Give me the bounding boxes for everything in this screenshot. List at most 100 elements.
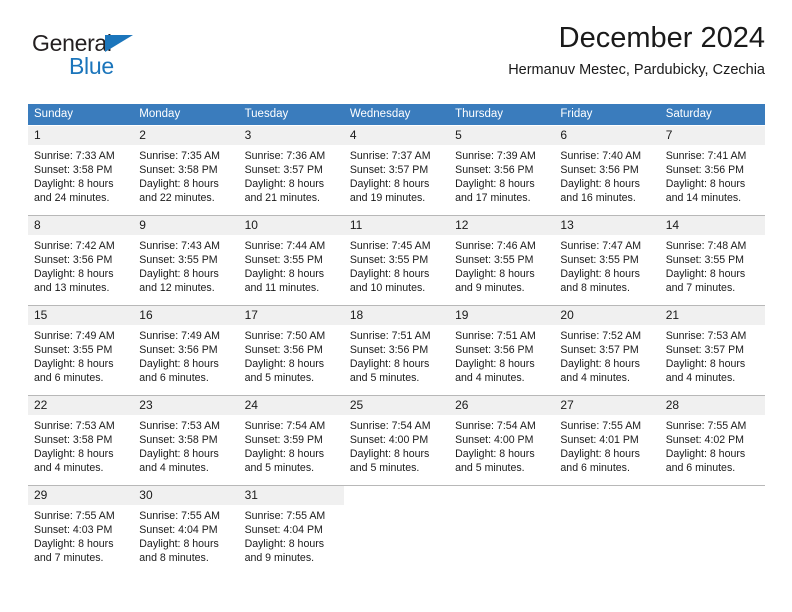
day-cell-empty — [554, 486, 659, 575]
sunrise-text: Sunrise: 7:37 AM — [349, 150, 431, 162]
sunset-text: Sunset: 3:59 PM — [244, 434, 323, 447]
day-cell[interactable]: 17 Sunrise: 7:50 AM Sunset: 3:56 PM Dayl… — [238, 306, 344, 395]
sunrise-text: Sunrise: 7:54 AM — [455, 420, 536, 432]
logo-general-text: General — [32, 30, 112, 56]
day-number: 27 — [554, 396, 660, 415]
sunrise-text: Sunrise: 7:51 AM — [349, 330, 431, 342]
day-details: Sunrise: 7:55 AM Sunset: 4:04 PM Dayligh… — [239, 505, 344, 565]
daylight-text-line2: and 8 minutes. — [139, 552, 209, 565]
day-details: Sunrise: 7:54 AM Sunset: 3:59 PM Dayligh… — [239, 415, 344, 475]
day-cell[interactable]: 7 Sunrise: 7:41 AM Sunset: 3:56 PM Dayli… — [659, 126, 765, 215]
day-cell[interactable]: 1 Sunrise: 7:33 AM Sunset: 3:58 PM Dayli… — [28, 126, 134, 215]
daylight-text-line2: and 9 minutes. — [244, 552, 315, 565]
day-cell[interactable]: 4 Sunrise: 7:37 AM Sunset: 3:57 PM Dayli… — [343, 126, 450, 215]
daylight-text-line1: Daylight: 8 hours — [665, 178, 746, 191]
daylight-text-line2: and 5 minutes. — [349, 462, 420, 475]
sunset-text: Sunset: 3:57 PM — [665, 344, 745, 357]
day-number: 21 — [659, 306, 765, 325]
sunset-text: Sunset: 4:02 PM — [665, 434, 745, 447]
daylight-text-line1: Daylight: 8 hours — [560, 178, 640, 191]
day-cell[interactable]: 26 Sunrise: 7:54 AM Sunset: 4:00 PM Dayl… — [449, 396, 555, 485]
day-cell[interactable]: 20 Sunrise: 7:52 AM Sunset: 3:57 PM Dayl… — [554, 306, 660, 395]
sunrise-text: Sunrise: 7:47 AM — [560, 240, 642, 252]
day-cell[interactable]: 30 Sunrise: 7:55 AM Sunset: 4:04 PM Dayl… — [133, 486, 239, 575]
day-cell[interactable]: 5 Sunrise: 7:39 AM Sunset: 3:56 PM Dayli… — [449, 126, 555, 215]
sunset-text: Sunset: 3:57 PM — [244, 164, 323, 177]
day-cell[interactable]: 15 Sunrise: 7:49 AM Sunset: 3:55 PM Dayl… — [28, 306, 134, 395]
day-number: 28 — [659, 396, 765, 415]
day-details: Sunrise: 7:53 AM Sunset: 3:57 PM Dayligh… — [660, 325, 765, 385]
sunrise-text: Sunrise: 7:55 AM — [560, 420, 642, 432]
page-subtitle: Hermanuv Mestec, Pardubicky, Czechia — [508, 62, 765, 79]
day-number: 23 — [133, 396, 239, 415]
weekday-header-tuesday: Tuesday — [244, 108, 289, 120]
sunrise-text: Sunrise: 7:54 AM — [244, 420, 326, 432]
daylight-text-line1: Daylight: 8 hours — [244, 448, 325, 461]
day-cell[interactable]: 27 Sunrise: 7:55 AM Sunset: 4:01 PM Dayl… — [554, 396, 660, 485]
daylight-text-line1: Daylight: 8 hours — [560, 358, 640, 371]
day-cell[interactable]: 3 Sunrise: 7:36 AM Sunset: 3:57 PM Dayli… — [238, 126, 344, 215]
day-number — [449, 486, 554, 505]
daylight-text-line2: and 12 minutes. — [139, 282, 215, 295]
day-cell[interactable]: 16 Sunrise: 7:49 AM Sunset: 3:56 PM Dayl… — [133, 306, 239, 395]
daylight-text-line2: and 17 minutes. — [455, 192, 531, 205]
sunrise-text: Sunrise: 7:49 AM — [34, 330, 115, 342]
day-cell[interactable]: 6 Sunrise: 7:40 AM Sunset: 3:56 PM Dayli… — [554, 126, 660, 215]
daylight-text-line2: and 22 minutes. — [139, 192, 215, 205]
day-cell[interactable]: 19 Sunrise: 7:51 AM Sunset: 3:56 PM Dayl… — [449, 306, 555, 395]
day-number: 22 — [28, 396, 134, 415]
daylight-text-line1: Daylight: 8 hours — [34, 268, 114, 281]
sunrise-text: Sunrise: 7:48 AM — [665, 240, 747, 252]
daylight-text-line2: and 24 minutes. — [34, 192, 110, 205]
sunset-text: Sunset: 3:56 PM — [349, 344, 429, 357]
day-cell[interactable]: 13 Sunrise: 7:47 AM Sunset: 3:55 PM Dayl… — [554, 216, 660, 305]
day-cell[interactable]: 21 Sunrise: 7:53 AM Sunset: 3:57 PM Dayl… — [659, 306, 765, 395]
sunset-text: Sunset: 3:56 PM — [665, 164, 745, 177]
day-cell[interactable]: 31 Sunrise: 7:55 AM Sunset: 4:04 PM Dayl… — [238, 486, 344, 575]
day-cell[interactable]: 28 Sunrise: 7:55 AM Sunset: 4:02 PM Dayl… — [659, 396, 765, 485]
day-cell[interactable]: 9 Sunrise: 7:43 AM Sunset: 3:55 PM Dayli… — [133, 216, 239, 305]
daylight-text-line1: Daylight: 8 hours — [244, 268, 325, 281]
general-blue-logo[interactable]: General Blue — [32, 32, 192, 84]
day-number: 25 — [343, 396, 450, 415]
sunrise-text: Sunrise: 7:53 AM — [139, 420, 220, 432]
sunrise-text: Sunrise: 7:55 AM — [665, 420, 747, 432]
day-number: 26 — [449, 396, 555, 415]
sunrise-text: Sunrise: 7:49 AM — [139, 330, 220, 342]
day-cell[interactable]: 18 Sunrise: 7:51 AM Sunset: 3:56 PM Dayl… — [343, 306, 450, 395]
day-cell[interactable]: 22 Sunrise: 7:53 AM Sunset: 3:58 PM Dayl… — [28, 396, 134, 485]
day-details: Sunrise: 7:51 AM Sunset: 3:56 PM Dayligh… — [344, 325, 449, 385]
sunrise-text: Sunrise: 7:53 AM — [665, 330, 747, 342]
day-cell[interactable]: 8 Sunrise: 7:42 AM Sunset: 3:56 PM Dayli… — [28, 216, 134, 305]
day-cell[interactable]: 14 Sunrise: 7:48 AM Sunset: 3:55 PM Dayl… — [659, 216, 765, 305]
daylight-text-line2: and 5 minutes. — [455, 462, 525, 475]
daylight-text-line1: Daylight: 8 hours — [244, 358, 325, 371]
daylight-text-line1: Daylight: 8 hours — [455, 448, 535, 461]
day-cell[interactable]: 25 Sunrise: 7:54 AM Sunset: 4:00 PM Dayl… — [343, 396, 450, 485]
daylight-text-line2: and 14 minutes. — [665, 192, 742, 205]
day-cell[interactable]: 2 Sunrise: 7:35 AM Sunset: 3:58 PM Dayli… — [133, 126, 239, 215]
sunset-text: Sunset: 3:55 PM — [455, 254, 534, 267]
day-details: Sunrise: 7:54 AM Sunset: 4:00 PM Dayligh… — [449, 415, 554, 475]
sunset-text: Sunset: 4:01 PM — [560, 434, 639, 447]
day-number: 9 — [133, 216, 239, 235]
day-cell[interactable]: 24 Sunrise: 7:54 AM Sunset: 3:59 PM Dayl… — [238, 396, 344, 485]
daylight-text-line2: and 4 minutes. — [34, 462, 104, 475]
daylight-text-line2: and 21 minutes. — [244, 192, 320, 205]
day-cell[interactable]: 23 Sunrise: 7:53 AM Sunset: 3:58 PM Dayl… — [133, 396, 239, 485]
daylight-text-line2: and 7 minutes. — [665, 282, 736, 295]
day-details: Sunrise: 7:41 AM Sunset: 3:56 PM Dayligh… — [660, 145, 765, 205]
daylight-text-line1: Daylight: 8 hours — [139, 178, 219, 191]
day-details: Sunrise: 7:55 AM Sunset: 4:04 PM Dayligh… — [133, 505, 238, 565]
weekday-header-wednesday: Wednesday — [349, 108, 411, 120]
daylight-text-line2: and 19 minutes. — [349, 192, 426, 205]
day-details: Sunrise: 7:46 AM Sunset: 3:55 PM Dayligh… — [449, 235, 554, 295]
day-cell[interactable]: 12 Sunrise: 7:46 AM Sunset: 3:55 PM Dayl… — [449, 216, 555, 305]
day-cell[interactable]: 29 Sunrise: 7:55 AM Sunset: 4:03 PM Dayl… — [28, 486, 134, 575]
day-number: 4 — [343, 126, 450, 145]
day-cell[interactable]: 11 Sunrise: 7:45 AM Sunset: 3:55 PM Dayl… — [343, 216, 450, 305]
day-number: 3 — [238, 126, 344, 145]
daylight-text-line1: Daylight: 8 hours — [349, 268, 430, 281]
day-cell[interactable]: 10 Sunrise: 7:44 AM Sunset: 3:55 PM Dayl… — [238, 216, 344, 305]
sunset-text: Sunset: 4:00 PM — [349, 434, 429, 447]
